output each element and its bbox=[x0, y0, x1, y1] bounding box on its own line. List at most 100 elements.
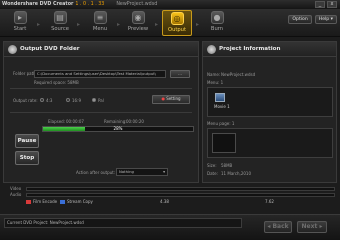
info-icon bbox=[207, 45, 216, 54]
rate-radio-3[interactable] bbox=[92, 98, 96, 102]
rate-option-1: 4:3 bbox=[46, 98, 53, 103]
step-start-label: Start bbox=[13, 26, 27, 32]
minimize-button[interactable]: _ bbox=[315, 1, 325, 8]
rate-setting-button[interactable]: ● Setting bbox=[152, 95, 190, 104]
step-output[interactable]: ◎ Output bbox=[162, 10, 192, 36]
folder-path-input[interactable]: C:\Documents and Settings\user\Desktop\T… bbox=[34, 70, 166, 78]
step-toolbar: ▸ Start ▸ ▤ Source ▸ ≡ Menu ▸ ◉ Preview … bbox=[0, 9, 340, 37]
step-burn[interactable]: ● Burn bbox=[203, 10, 231, 36]
browse-button[interactable]: ... bbox=[170, 70, 190, 78]
record-icon: ● bbox=[161, 96, 165, 101]
menu-list[interactable]: Movie 1 bbox=[207, 87, 333, 117]
step-start[interactable]: ▸ Start bbox=[6, 10, 34, 36]
step-arrow-icon: ▸ bbox=[77, 21, 81, 28]
status-text: Current DVD Project: NewProject.wdsd bbox=[4, 218, 242, 228]
name-label: Name: bbox=[207, 72, 221, 77]
disc-icon bbox=[8, 45, 17, 54]
film-icon: ▤ bbox=[53, 11, 67, 24]
size-label: Size: bbox=[207, 163, 217, 168]
chevron-right-icon: ▸ bbox=[319, 223, 323, 230]
action-after-label: Action after output: bbox=[76, 170, 116, 175]
audio-track bbox=[26, 193, 335, 197]
remaining-label: Remaining: bbox=[104, 119, 127, 124]
option-button[interactable]: Option bbox=[288, 15, 312, 24]
date-value: 11 March,2010 bbox=[221, 171, 252, 176]
menu-page-box bbox=[207, 128, 333, 158]
divider bbox=[10, 112, 192, 113]
close-button[interactable]: x bbox=[327, 1, 337, 8]
help-button[interactable]: Help ▾ bbox=[314, 15, 337, 24]
output-panel-title: Output DVD Folder bbox=[20, 46, 80, 52]
audio-track-label: Audio bbox=[10, 192, 22, 197]
remaining-value: 00:00:20 bbox=[126, 119, 144, 124]
step-source-label: Source bbox=[51, 26, 69, 32]
back-button[interactable]: ◂ Back bbox=[264, 221, 292, 233]
chevron-down-icon: ▾ bbox=[163, 169, 165, 174]
action-after-value: Nothing bbox=[119, 169, 134, 174]
app-version: 1 . 0 . 1 . 33 bbox=[75, 2, 105, 7]
progress-bar: 28% bbox=[42, 126, 194, 132]
timeline-tick: 4.38 bbox=[160, 199, 169, 204]
output-panel: Output DVD Folder Folder path: C:\Docume… bbox=[3, 41, 199, 183]
size-value: 58MB bbox=[221, 163, 233, 168]
step-burn-label: Burn bbox=[210, 26, 224, 32]
chevron-left-icon: ◂ bbox=[267, 223, 271, 230]
step-arrow-icon: ▸ bbox=[196, 21, 200, 28]
legend-label-encode: Film Encode bbox=[33, 199, 58, 204]
step-arrow-icon: ▸ bbox=[155, 21, 159, 28]
movie-thumbnail-icon bbox=[215, 93, 225, 102]
date-label: Date: bbox=[207, 171, 218, 176]
action-after-select[interactable]: Nothing ▾ bbox=[116, 168, 168, 176]
menu-item-movie: Movie 1 bbox=[214, 104, 230, 109]
output-panel-header: Output DVD Folder bbox=[4, 42, 198, 57]
step-arrow-icon: ▸ bbox=[37, 21, 41, 28]
step-menu[interactable]: ≡ Menu bbox=[86, 10, 114, 36]
legend-swatch-stream bbox=[60, 200, 65, 204]
app-name: Wondershare DVD Creator bbox=[2, 2, 74, 7]
legend-label-stream: Stream Copy bbox=[67, 199, 93, 204]
window-project-name: NewProject.wdsd bbox=[116, 2, 158, 7]
app-title: Wondershare DVD Creator 1 . 0 . 1 . 33 New… bbox=[2, 0, 157, 9]
progress-percent: 28% bbox=[113, 126, 123, 131]
back-button-label: Back bbox=[272, 223, 289, 230]
timeline: Video Audio 4.38 7.62 Film Encode Stream… bbox=[10, 186, 335, 210]
elapsed-label: Elapsed: bbox=[48, 119, 66, 124]
timeline-tick: 7.62 bbox=[265, 199, 274, 204]
required-space-label: Required space: 58MB bbox=[34, 80, 79, 85]
disc-icon: ◎ bbox=[170, 12, 184, 25]
menu-count-label: Menu: 1 bbox=[207, 80, 224, 85]
burn-icon: ● bbox=[210, 11, 224, 24]
step-preview-label: Preview bbox=[127, 26, 149, 32]
project-panel: Project Information Name: NewProject.wds… bbox=[202, 41, 337, 183]
eye-icon: ◉ bbox=[131, 11, 145, 24]
rate-option-3: Pal bbox=[98, 98, 104, 103]
name-value: NewProject.wdsd bbox=[221, 72, 256, 77]
next-button-label: Next bbox=[301, 223, 318, 230]
next-button[interactable]: Next ▸ bbox=[297, 221, 327, 233]
project-panel-title: Project Information bbox=[219, 46, 281, 52]
play-icon: ▸ bbox=[13, 11, 27, 24]
video-track-label: Video bbox=[10, 186, 22, 191]
step-preview[interactable]: ◉ Preview bbox=[124, 10, 152, 36]
menu-page-thumbnail bbox=[212, 133, 236, 153]
stop-button[interactable]: Stop bbox=[15, 151, 39, 165]
step-arrow-icon: ▸ bbox=[117, 21, 121, 28]
output-rate-label: Output rate: bbox=[13, 98, 38, 103]
step-menu-label: Menu bbox=[92, 26, 108, 32]
pause-button[interactable]: Pause bbox=[15, 134, 39, 148]
step-output-label: Output bbox=[167, 27, 187, 33]
divider bbox=[10, 88, 192, 89]
elapsed-value: 00:00:07 bbox=[66, 119, 84, 124]
menu-icon: ≡ bbox=[93, 11, 107, 24]
video-track bbox=[26, 187, 335, 191]
legend-swatch-encode bbox=[26, 200, 31, 204]
project-panel-header: Project Information bbox=[203, 42, 336, 57]
menu-page-label: Menu page: 1 bbox=[207, 121, 235, 126]
step-source[interactable]: ▤ Source bbox=[46, 10, 74, 36]
title-bar: Wondershare DVD Creator 1 . 0 . 1 . 33 New… bbox=[0, 0, 340, 9]
status-bar: Current DVD Project: NewProject.wdsd ◂ B… bbox=[0, 214, 340, 240]
rate-radio-1[interactable] bbox=[40, 98, 44, 102]
rate-option-2: 16:9 bbox=[72, 98, 81, 103]
rate-setting-label: Setting bbox=[166, 96, 181, 101]
rate-radio-2[interactable] bbox=[66, 98, 70, 102]
